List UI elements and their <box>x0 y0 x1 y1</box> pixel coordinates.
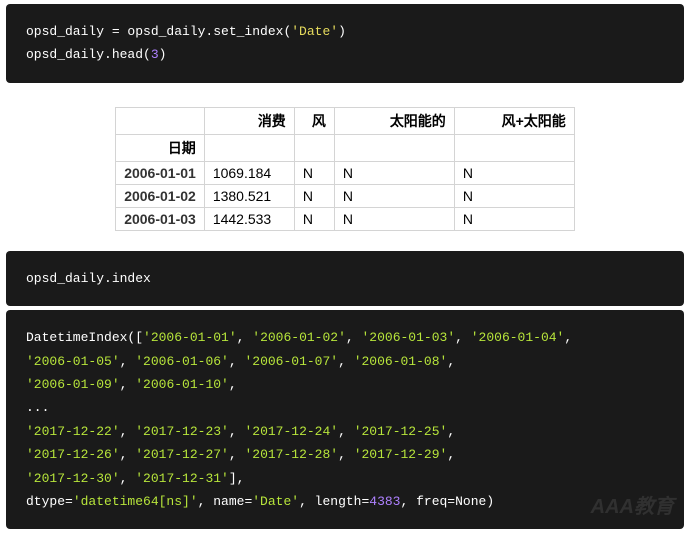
cell: N <box>294 207 334 230</box>
output-line: DatetimeIndex(['2006-01-01', '2006-01-02… <box>26 326 664 349</box>
code-line: opsd_daily.index <box>26 271 151 286</box>
output-line: '2006-01-05', '2006-01-06', '2006-01-07'… <box>26 350 664 373</box>
cell: N <box>334 161 454 184</box>
code-line-1: opsd_daily = opsd_daily.set_index('Date'… <box>26 24 346 39</box>
code-cell-2: opsd_daily.index <box>6 251 684 306</box>
cell: N <box>454 184 574 207</box>
output-line: '2006-01-09', '2006-01-10', <box>26 373 664 396</box>
output-table-wrap: 消费 风 太阳能的 风+太阳能 日期 2006-01-01 1069.184 N… <box>0 87 690 247</box>
table-index-name-row: 日期 <box>116 134 575 161</box>
cell: N <box>454 207 574 230</box>
table-row: 2006-01-01 1069.184 N N N <box>116 161 575 184</box>
row-index: 2006-01-02 <box>116 184 205 207</box>
col-wind-solar: 风+太阳能 <box>454 107 574 134</box>
table-row: 2006-01-02 1380.521 N N N <box>116 184 575 207</box>
code-line-2: opsd_daily.head(3) <box>26 47 166 62</box>
cell: 1442.533 <box>204 207 294 230</box>
cell: N <box>294 184 334 207</box>
cell: N <box>334 184 454 207</box>
cell: N <box>294 161 334 184</box>
code-cell-1: opsd_daily = opsd_daily.set_index('Date'… <box>6 4 684 83</box>
header-corner <box>116 107 205 134</box>
row-index: 2006-01-01 <box>116 161 205 184</box>
table-row: 2006-01-03 1442.533 N N N <box>116 207 575 230</box>
output-line: '2017-12-26', '2017-12-27', '2017-12-28'… <box>26 443 664 466</box>
row-index: 2006-01-03 <box>116 207 205 230</box>
col-solar: 太阳能的 <box>334 107 454 134</box>
output-cell: DatetimeIndex(['2006-01-01', '2006-01-02… <box>6 310 684 529</box>
cell: 1069.184 <box>204 161 294 184</box>
dataframe-table: 消费 风 太阳能的 风+太阳能 日期 2006-01-01 1069.184 N… <box>115 107 575 231</box>
col-consume: 消费 <box>204 107 294 134</box>
output-line: '2017-12-22', '2017-12-23', '2017-12-24'… <box>26 420 664 443</box>
index-name: 日期 <box>116 134 205 161</box>
output-line: dtype='datetime64[ns]', name='Date', len… <box>26 490 664 513</box>
cell: N <box>454 161 574 184</box>
output-ellipsis: ... <box>26 396 664 419</box>
cell: 1380.521 <box>204 184 294 207</box>
cell: N <box>334 207 454 230</box>
col-wind: 风 <box>294 107 334 134</box>
output-line: '2017-12-30', '2017-12-31'], <box>26 467 664 490</box>
table-header-row: 消费 风 太阳能的 风+太阳能 <box>116 107 575 134</box>
